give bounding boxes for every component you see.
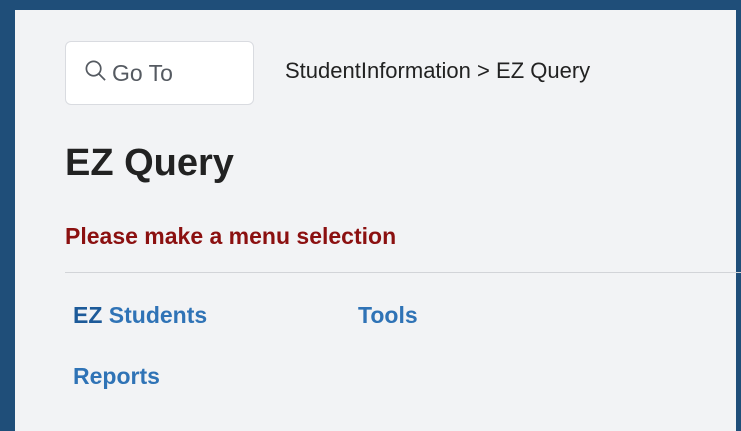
search-icon (84, 59, 112, 88)
menu-link-ez-students[interactable]: EZ Students (73, 302, 207, 329)
menu-link-reports[interactable]: Reports (73, 363, 160, 390)
breadcrumb-item-ez-query: EZ Query (496, 58, 591, 83)
goto-button[interactable]: Go To (65, 41, 254, 105)
menu-link-tools[interactable]: Tools (358, 302, 418, 329)
breadcrumb-item-studentinformation[interactable]: StudentInformation (285, 58, 471, 83)
menu-link-label: Reports (73, 363, 160, 389)
menu-link-prefix: EZ (73, 302, 103, 328)
app-frame: Go To StudentInformation > EZ Query EZ Q… (0, 0, 741, 431)
goto-label: Go To (112, 59, 173, 86)
divider (65, 272, 741, 273)
menu-link-label: Students (108, 302, 208, 328)
breadcrumb-separator: > (477, 58, 490, 83)
page-title: EZ Query (65, 142, 234, 184)
status-message: Please make a menu selection (65, 223, 397, 249)
menu-link-label: Tools (358, 302, 418, 328)
breadcrumb: StudentInformation > EZ Query (285, 58, 590, 84)
